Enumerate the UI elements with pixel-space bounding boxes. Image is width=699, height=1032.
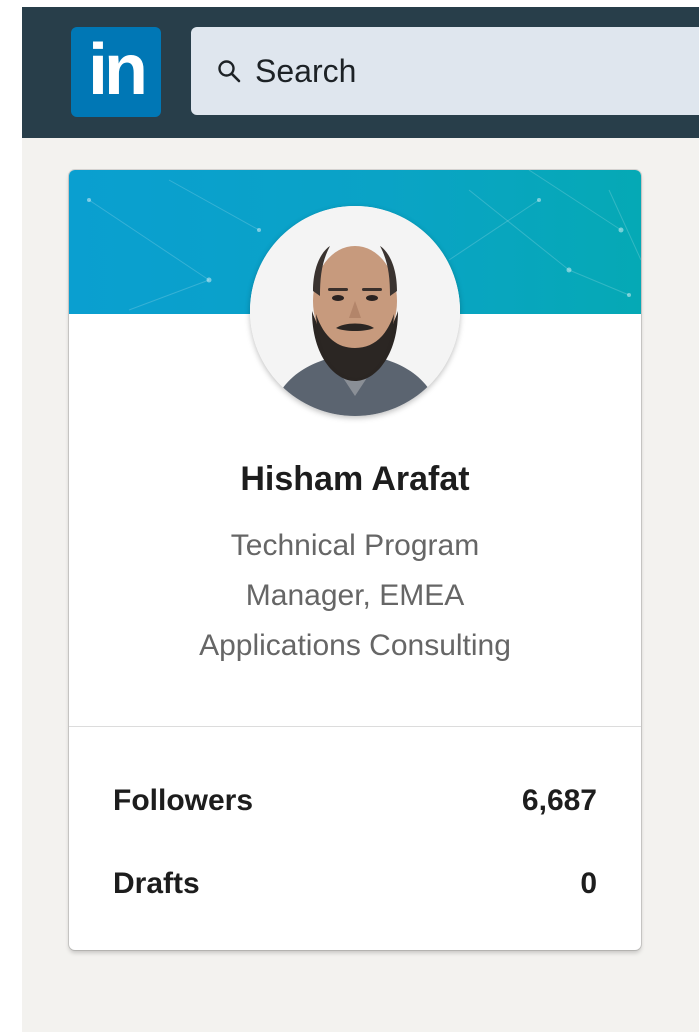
stat-value: 0 bbox=[580, 867, 597, 900]
stat-value: 6,687 bbox=[521, 784, 597, 817]
card-divider bbox=[69, 726, 641, 727]
avatar-photo bbox=[250, 206, 460, 416]
left-margin bbox=[0, 0, 22, 1032]
stat-label: Followers bbox=[113, 784, 254, 817]
linkedin-logo[interactable]: in bbox=[71, 27, 161, 117]
profile-card: Hisham Arafat Technical Program Manager,… bbox=[69, 170, 641, 950]
stat-label: Drafts bbox=[113, 867, 200, 900]
headline-line: Manager, EMEA bbox=[245, 579, 465, 612]
stat-row-followers[interactable]: Followers 6,687 bbox=[113, 779, 597, 823]
profile-headline: Technical Program Manager, EMEA Applicat… bbox=[129, 521, 581, 671]
headline-line: Technical Program bbox=[230, 529, 480, 562]
stat-row-drafts[interactable]: Drafts 0 bbox=[113, 862, 597, 906]
linkedin-logo-text: in bbox=[88, 30, 148, 110]
headline-line: Applications Consulting bbox=[199, 629, 511, 662]
search-placeholder: Search bbox=[255, 52, 357, 89]
top-navbar: in Search bbox=[22, 7, 699, 138]
search-input[interactable]: Search bbox=[191, 27, 699, 115]
search-icon bbox=[218, 60, 241, 83]
profile-avatar[interactable] bbox=[250, 206, 460, 416]
top-margin bbox=[0, 0, 699, 7]
profile-name[interactable]: Hisham Arafat bbox=[69, 460, 641, 499]
